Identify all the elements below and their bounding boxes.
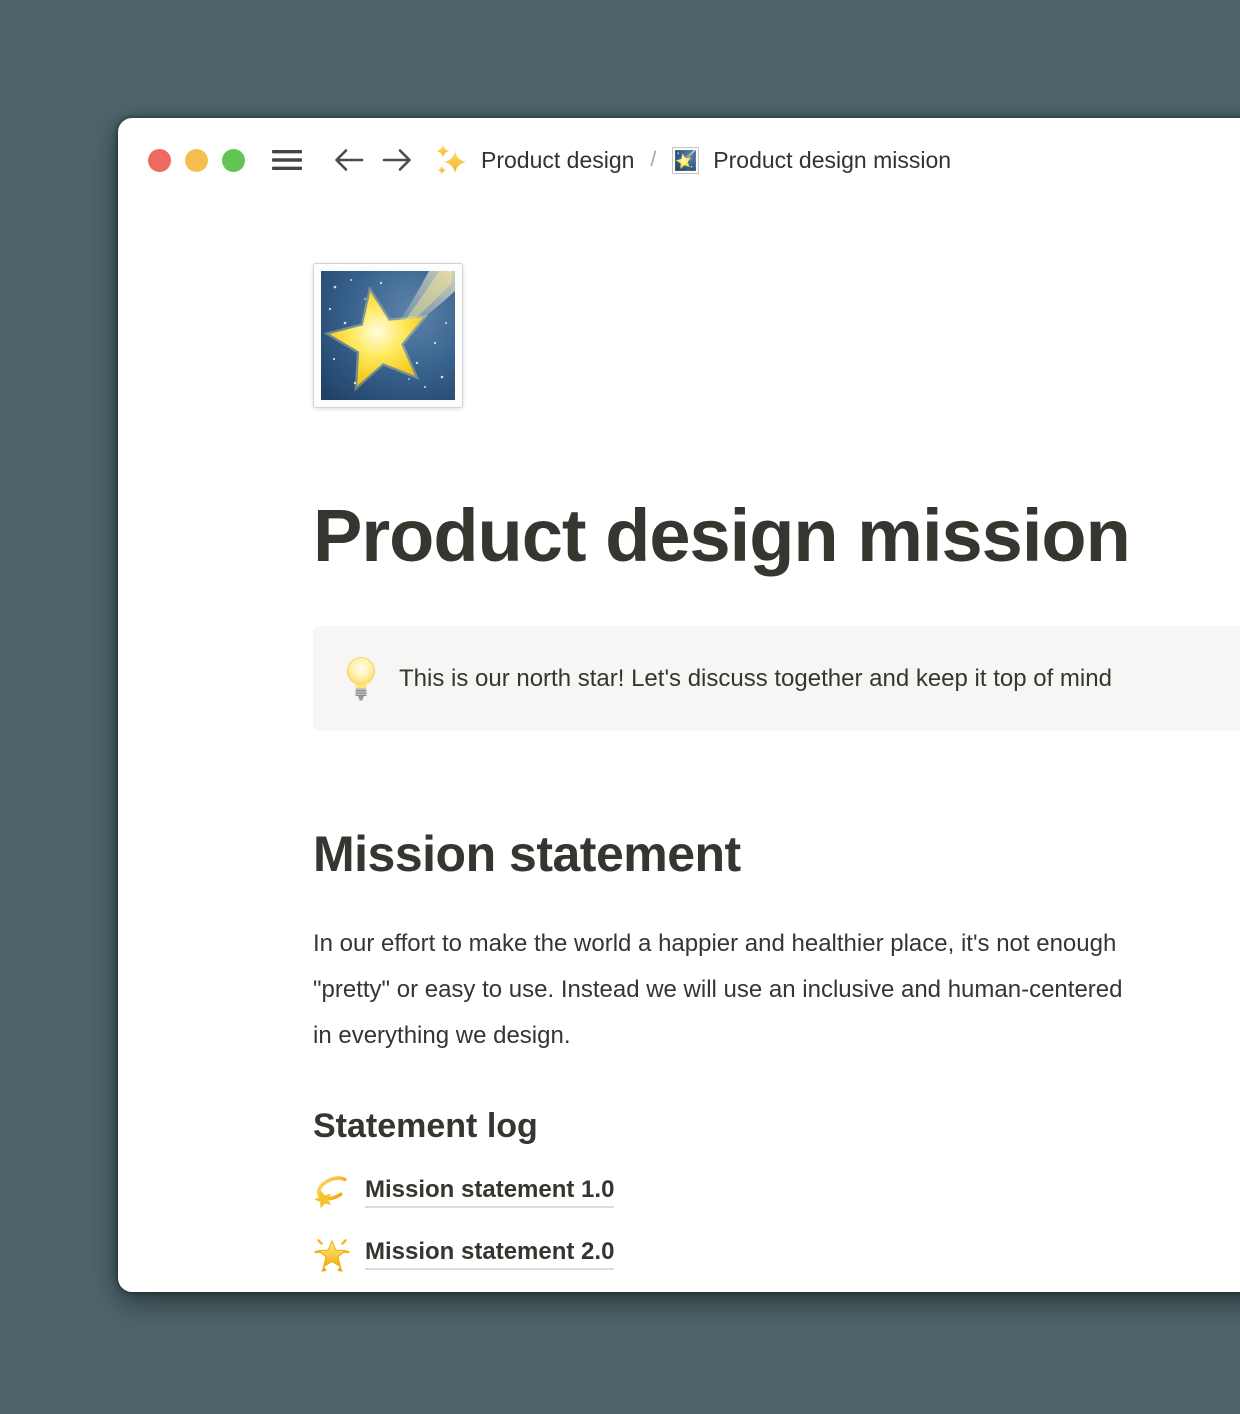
light-bulb-icon[interactable] [345, 655, 377, 703]
breadcrumb-separator: / [650, 148, 656, 172]
sparkles-icon [435, 144, 467, 176]
callout-text: This is our north star! Let's discuss to… [399, 665, 1112, 693]
page-link-mission-statement-2[interactable]: Mission statement 2.0 [313, 1231, 1240, 1277]
back-arrow-icon [333, 147, 365, 173]
statement-log-heading[interactable]: Statement log [313, 1105, 1240, 1147]
traffic-lights [148, 149, 245, 172]
window-topbar: Product design / Product design mission [118, 118, 1240, 202]
forward-arrow-icon [381, 147, 413, 173]
breadcrumb-item-product-design-mission[interactable]: Product design mission [672, 147, 951, 174]
mission-paragraph[interactable]: In our effort to make the world a happie… [313, 921, 1240, 1059]
close-button[interactable] [148, 149, 171, 172]
dizzy-star-icon [313, 1173, 351, 1211]
breadcrumb-label: Product design [481, 147, 634, 174]
paragraph-line: "pretty" or easy to use. Instead we will… [313, 967, 1240, 1013]
callout-block[interactable]: This is our north star! Let's discuss to… [313, 626, 1240, 731]
breadcrumb-label: Product design mission [713, 147, 951, 174]
shooting-star-image [321, 271, 455, 400]
desktop: { "colors": { "desktop_background": "#4d… [0, 0, 1240, 1414]
back-button[interactable] [333, 147, 365, 173]
page-icon[interactable] [313, 263, 463, 408]
shooting-star-image-icon [672, 147, 699, 174]
page-content: Product design mission This is our north… [118, 263, 1240, 1277]
forward-button[interactable] [381, 147, 413, 173]
page-link-mission-statement-1[interactable]: Mission statement 1.0 [313, 1169, 1240, 1215]
page-link-label[interactable]: Mission statement 1.0 [365, 1176, 614, 1208]
paragraph-line: in everything we design. [313, 1013, 1240, 1059]
glowing-star-icon [313, 1235, 351, 1273]
notion-window: Product design / Product design mission [118, 118, 1240, 1292]
paragraph-line: In our effort to make the world a happie… [313, 921, 1240, 967]
hamburger-menu-icon [271, 149, 303, 171]
mission-statement-heading[interactable]: Mission statement [313, 825, 1240, 883]
sidebar-toggle-button[interactable] [271, 149, 303, 171]
zoom-button[interactable] [222, 149, 245, 172]
breadcrumb-item-product-design[interactable]: Product design [435, 144, 634, 176]
minimize-button[interactable] [185, 149, 208, 172]
page-link-label[interactable]: Mission statement 2.0 [365, 1238, 614, 1270]
page-title[interactable]: Product design mission [313, 494, 1240, 578]
